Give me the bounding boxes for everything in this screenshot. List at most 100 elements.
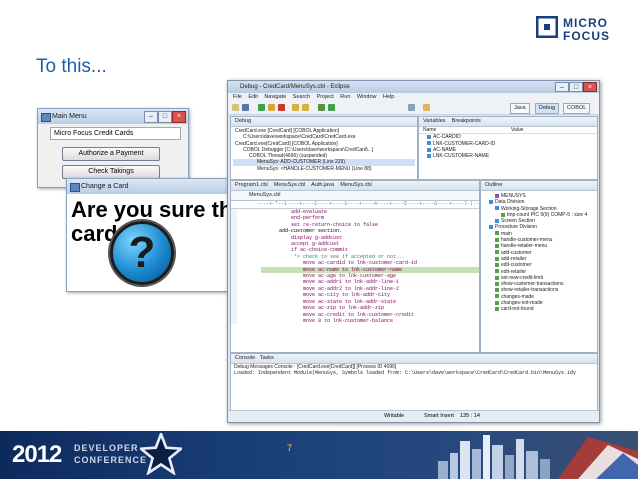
run-icon[interactable] [328,104,335,111]
outline-tab[interactable]: Outline [481,181,597,191]
editor-subtab: MenuSys.cbl [231,191,479,201]
editor-tab[interactable]: MenuSys.cbl [340,182,372,188]
banner-line2: CONFERENCE [74,455,148,465]
nav-back-icon[interactable] [423,104,430,111]
outline-node-icon [495,275,499,280]
breakpoints-tab[interactable]: Breakpoints [452,118,481,124]
change-card-window: Change a Card Are you sure that's a r ca… [66,178,302,292]
console-view: Console Tasks Debug Messages Console : [… [230,353,598,411]
menu-file[interactable]: File [233,94,242,100]
menu-search[interactable]: Search [293,94,310,100]
check-takings-button[interactable]: Check Takings [62,165,160,179]
outline-node-icon [501,212,505,217]
page-number: 7 [287,443,293,453]
maximize-button[interactable]: □ [569,82,583,92]
micro-focus-mark-icon [536,16,558,38]
main-menu-window: Main Menu – □ × Micro Focus Credit Cards… [37,108,189,188]
code-area[interactable]: add-evaluate end-perform set re-return-c… [231,209,479,325]
logo-line2: FOCUS [563,29,610,43]
new-icon[interactable] [232,104,239,111]
menu-run[interactable]: Run [340,94,350,100]
outline-node-icon [495,231,499,236]
editor-tab[interactable]: Auth.java [311,182,334,188]
eclipse-window: Debug - CredCard/MenuSys.cbl - Eclipse –… [227,80,600,423]
outline-node-icon [489,199,493,204]
change-card-title: Change a Card [81,183,129,190]
debug-tab[interactable]: Debug [231,117,417,127]
outline-node-icon [495,262,499,267]
resume-icon[interactable] [258,104,265,111]
maximize-button[interactable]: □ [158,111,172,123]
eclipse-titlebar: Debug - CredCard/MenuSys.cbl - Eclipse –… [228,81,599,93]
authorize-payment-button[interactable]: Authorize a Payment [62,147,160,161]
status-writable: Writable [384,413,405,419]
question-icon: ? [110,221,174,285]
save-icon[interactable] [242,104,249,111]
logo-line1: MICRO [563,16,608,30]
variables-view: Variables Breakpoints Name Value AC-CARD… [418,116,598,180]
outline-node-icon [495,218,499,223]
main-menu-field[interactable]: Micro Focus Credit Cards [50,127,181,140]
debug-view: Debug CredCard.exe [CredCard] [COBOL App… [230,116,418,180]
tasks-tab[interactable]: Tasks [260,355,274,361]
debug-icon[interactable] [318,104,325,111]
search-icon[interactable] [408,104,415,111]
change-card-titlebar: Change a Card [67,179,229,194]
outline-node-icon [495,288,499,293]
step-into-icon[interactable] [292,104,299,111]
outline-tree: MENUSYS Data Division Working-Storage Sect… [481,191,597,315]
star-icon [140,433,182,475]
outline-view: Outline MENUSYS Data Division Working-Stor… [480,180,598,353]
menu-project[interactable]: Project [317,94,334,100]
outline-node-icon [495,193,499,198]
minimize-button[interactable]: – [555,82,569,92]
outline-node-icon [495,281,499,286]
outline-node-icon [495,307,499,312]
menu-navigate[interactable]: Navigate [264,94,286,100]
editor-view: Program1.cbl MenuSys.cbl Auth.java MenuS… [230,180,480,353]
slide-title: To this... [36,56,107,77]
editor-tabs: Program1.cbl MenuSys.cbl Auth.java MenuS… [231,181,479,191]
menu-help[interactable]: Help [383,94,394,100]
status-bar: Writable Smart Insert 135 : 14 [228,410,599,422]
outline-node-icon [495,206,499,211]
col-name[interactable]: Name [423,127,436,133]
perspective-java[interactable]: Java [510,103,530,114]
minimize-button[interactable]: – [144,111,158,123]
window-icon [41,113,51,122]
eclipse-menubar: File Edit Navigate Search Project Run Wi… [228,93,599,102]
menu-window[interactable]: Window [357,94,377,100]
code-lines: add-evaluate end-perform set re-return-c… [261,209,479,324]
editor-tab[interactable]: Program1.cbl [235,182,268,188]
conference-banner: 2012 DEVELOPER CONFERENCE 7 [0,431,638,479]
main-menu-titlebar: Main Menu – □ × [38,109,188,124]
close-button[interactable]: × [583,82,597,92]
outline-item[interactable]: card-not-found [483,306,595,312]
console-output: Loaded: Independent Module(MenuSys, Symb… [234,370,577,377]
perspective-debug[interactable]: Debug [535,103,560,114]
window-icon [70,183,80,192]
suspend-icon[interactable] [268,104,275,111]
outline-node-icon [495,300,499,305]
perspective-cobol[interactable]: COBOL [563,103,591,114]
outline-node-icon [495,237,499,242]
console-tab[interactable]: Console [235,355,255,361]
variable-row[interactable]: LNK-CUSTOMER-NAME [419,153,597,159]
menu-edit[interactable]: Edit [248,94,257,100]
variables-tabs: Variables Breakpoints [419,117,597,127]
terminate-icon[interactable] [278,104,285,111]
variables-tab[interactable]: Variables [423,118,446,124]
status-position: 135 : 14 [460,413,480,419]
col-value[interactable]: Value [511,127,523,133]
eclipse-toolbar: Java Debug COBOL [228,102,599,115]
banner-year: 2012 [12,441,62,468]
skyline-icon [438,435,638,479]
step-over-icon[interactable] [302,104,309,111]
close-button[interactable]: × [172,111,186,123]
ruler: ----+-*--1----+----2----+----3----+----4… [231,201,479,209]
debug-item[interactable]: MenuSys: <HANDLE-CUSTOMER-MENU (Line 88) [233,166,415,172]
editor-tab[interactable]: MenuSys.cbl [274,182,306,188]
outline-node-icon [489,225,493,230]
main-menu-title: Main Menu [52,113,87,120]
code-line: move 0 to lnk-customer-balance [261,317,394,324]
